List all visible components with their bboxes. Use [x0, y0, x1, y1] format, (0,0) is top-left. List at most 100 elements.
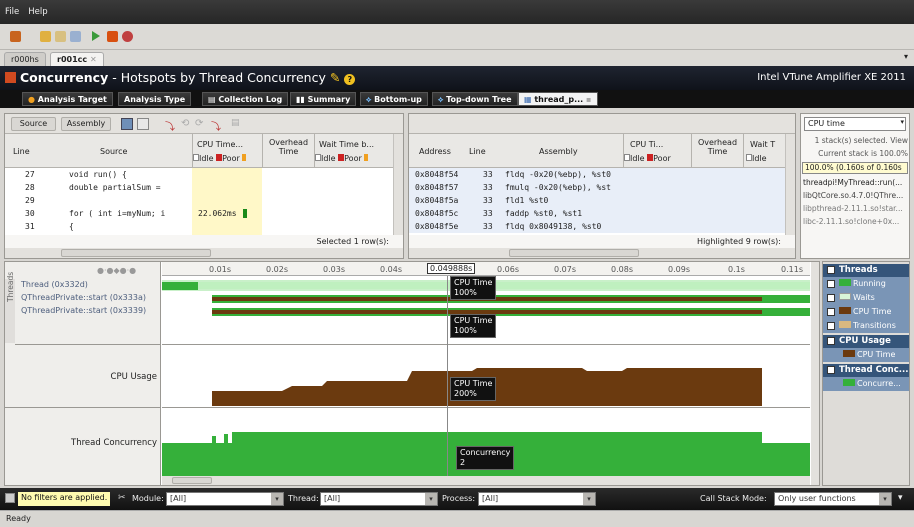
tab-top-down-tree[interactable]: ⟡ Top-down Tree [432, 92, 518, 106]
col-cpu-time[interactable]: CPU Time... Idle Poor [192, 134, 262, 168]
col-overhead-time[interactable]: Overhead Time [262, 134, 314, 168]
open-icon[interactable] [40, 31, 51, 42]
tick-label: 0.01s [209, 265, 231, 274]
compare-icon[interactable] [70, 31, 81, 42]
col-line[interactable]: Line [13, 147, 30, 156]
legend-cpu-usage-item[interactable]: CPU Time [823, 348, 909, 362]
process-filter-label: Process: [442, 494, 476, 503]
legend-transitions[interactable]: Transitions [823, 319, 909, 333]
col-asm-overhead[interactable]: Overhead Time [691, 134, 743, 168]
thread-label[interactable]: QThreadPrivate::start (0x333a) [21, 293, 146, 302]
legend-waits[interactable]: Waits [823, 291, 909, 305]
analysis-header: Concurrency - Hotspots by Thread Concurr… [0, 66, 914, 90]
import-icon[interactable] [122, 31, 133, 42]
tab-analysis-type[interactable]: Analysis Type [118, 92, 192, 106]
legend-concurrency-header[interactable]: Thread Conc... [823, 364, 909, 377]
table-row[interactable]: 27 void run() { [5, 168, 393, 181]
table-row[interactable]: 0x8048f57 33 fmulq -0x20(%ebp), %st [409, 181, 785, 194]
tab-summary[interactable]: ▮▮ Summary [290, 92, 357, 106]
zoom-controls[interactable]: ●·●◆●·● [97, 266, 136, 275]
table-row[interactable]: 29 [5, 194, 393, 207]
table-row[interactable]: 30 for ( int i=myNum; i 22.062ms [5, 207, 393, 220]
stack-frame[interactable]: threadpi!MyThread::run(... [803, 178, 907, 187]
assembly-hscrollbar[interactable] [409, 248, 795, 258]
analysis-nav: ● Analysis Target Analysis Type ▤ Collec… [0, 90, 914, 108]
table-row[interactable]: 0x8048f54 33 fldq -0x20(%ebp), %st0 [409, 168, 785, 181]
legend-concurrency-item[interactable]: Concurre... [823, 377, 909, 391]
table-row[interactable]: 0x8048f5e 33 fldq 0x8049138, %st0 [409, 220, 785, 233]
thread-label[interactable]: Thread (0x332d) [21, 280, 88, 289]
configure-icon[interactable]: ✎ [330, 70, 340, 85]
filter-icon[interactable] [5, 493, 15, 503]
table-row[interactable]: 0x8048f5c 33 faddp %st0, %st1 [409, 207, 785, 220]
col-address[interactable]: Address [419, 147, 451, 156]
table-row[interactable]: 28 double partialSum = [5, 181, 393, 194]
tab-thread-p[interactable]: ▦ thread_p... ▪ [518, 92, 598, 106]
status-bar: Ready [0, 510, 914, 527]
legend-cpu-time[interactable]: CPU Time [823, 305, 909, 319]
list-view-icon[interactable] [137, 118, 149, 130]
legend-running[interactable]: Running [823, 277, 909, 291]
stack-frame[interactable]: libpthread-2.11.1.so!star... [803, 204, 907, 213]
filter-menu-icon[interactable]: ▾ [898, 493, 903, 503]
tab-r001cc[interactable]: r001cc ✕ [50, 52, 104, 66]
menu-bar: File Help [0, 0, 914, 24]
thread-select[interactable]: [All] ▾ [320, 492, 438, 506]
legend-cpu-usage-header[interactable]: CPU Usage [823, 335, 909, 348]
stack-metric-select[interactable]: CPU time ▾ [804, 117, 906, 131]
grid-view-icon[interactable] [121, 118, 133, 130]
menu-file[interactable]: File [0, 0, 23, 17]
help-icon[interactable]: ? [344, 74, 356, 85]
module-select[interactable]: [All] ▾ [166, 492, 284, 506]
cursor-time: 0.049888s [427, 263, 476, 274]
stack-frame[interactable]: libQtCore.so.4.7.0!QThre... [803, 191, 907, 200]
table-row[interactable]: 31 { [5, 220, 393, 233]
time-cursor[interactable] [447, 276, 448, 476]
col-source[interactable]: Source [100, 147, 127, 156]
close-icon[interactable]: ✕ [90, 55, 97, 64]
assembly-vscrollbar[interactable] [785, 134, 795, 235]
thread-label[interactable]: QThreadPrivate::start (0x3339) [21, 306, 146, 315]
tab-r000hs[interactable]: r000hs [4, 52, 46, 66]
col-asm-cpu-time[interactable]: CPU Ti... Idle Poor [623, 134, 691, 168]
assembly-button[interactable]: Assembly [61, 117, 111, 131]
col-asm-wait[interactable]: Wait T Idle [743, 134, 785, 168]
source-grid-header: Line Source CPU Time... Idle Poor Overhe… [5, 134, 403, 168]
legend-threads-header[interactable]: Threads [823, 264, 909, 277]
toolbar [0, 24, 914, 50]
source-button[interactable]: Source [11, 117, 56, 131]
source-hscrollbar[interactable] [5, 248, 403, 258]
tooltip: Concurrency 2 [456, 446, 515, 470]
stack-info-2: Current stack is 100.0% [818, 149, 908, 158]
table-row[interactable]: 0x8048f5a 33 fld1 %st0 [409, 194, 785, 207]
timeline-labels: ●·●◆●·● Threads Thread (0x332d) QThreadP… [5, 262, 161, 485]
menu-help[interactable]: Help [23, 0, 51, 17]
timeline-pane: ●·●◆●·● Threads Thread (0x332d) QThreadP… [4, 261, 820, 486]
time-ruler[interactable]: 0.01s 0.02s 0.03s 0.04s 0.049888s 0.06s … [162, 262, 810, 276]
col-wait-time[interactable]: Wait Time b... Idle Poor [314, 134, 394, 168]
tick-label: 0.07s [554, 265, 576, 274]
timeline-vscrollbar[interactable] [811, 262, 819, 485]
timeline-plot[interactable]: 0.01s 0.02s 0.03s 0.04s 0.049888s 0.06s … [162, 262, 810, 485]
hotspot-nav-icon[interactable]: ⤵ [165, 118, 175, 133]
col-asm-line[interactable]: Line [469, 147, 486, 156]
prev-hotspot-icon[interactable]: ⟲ [181, 118, 189, 129]
source-vscrollbar[interactable] [393, 134, 403, 235]
goto-smallest-icon[interactable]: ⤵ [211, 118, 221, 133]
open-result-icon[interactable] [55, 31, 66, 42]
tab-bottom-up[interactable]: ⟡ Bottom-up [360, 92, 428, 106]
callstack-mode-select[interactable]: Only user functions ▾ [774, 492, 892, 506]
run-icon[interactable] [92, 31, 100, 41]
stack-frame[interactable]: libc-2.11.1.so!clone+0x... [803, 217, 907, 226]
tab-collection-log[interactable]: ▤ Collection Log [202, 92, 289, 106]
process-select[interactable]: [All] ▾ [478, 492, 596, 506]
tab-list-chevron-icon[interactable]: ▾ [904, 52, 908, 61]
new-analysis-icon[interactable] [107, 31, 118, 42]
col-assembly[interactable]: Assembly [539, 147, 578, 156]
tab-analysis-target[interactable]: ● Analysis Target [22, 92, 113, 106]
new-project-icon[interactable] [10, 31, 21, 42]
tick-label: 0.08s [611, 265, 633, 274]
timeline-hscrollbar[interactable] [162, 476, 810, 485]
options-icon[interactable]: ▤ [231, 118, 240, 128]
next-hotspot-icon[interactable]: ⟳ [195, 118, 203, 129]
